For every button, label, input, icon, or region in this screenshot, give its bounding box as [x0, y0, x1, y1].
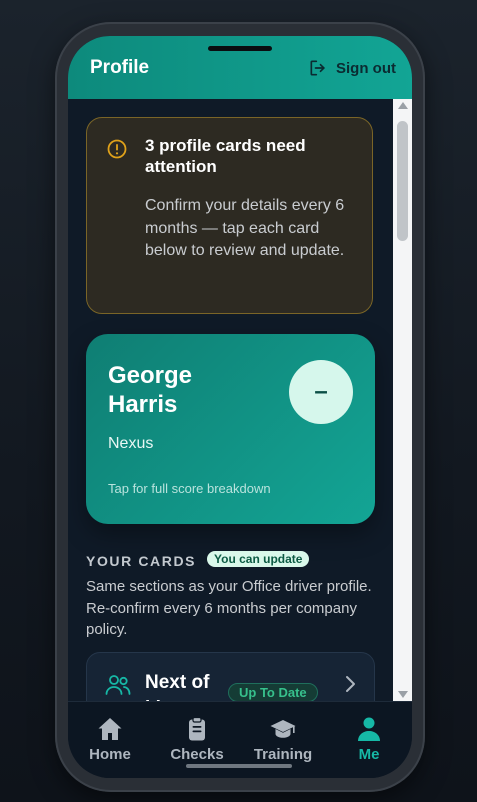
scrollbar-thumb[interactable] — [397, 121, 408, 241]
alert-body: Confirm your details every 6 months — ta… — [145, 197, 345, 259]
nav-label: Home — [89, 746, 131, 763]
company-name: Nexus — [108, 435, 154, 452]
chevron-right-icon — [346, 676, 355, 692]
profile-score-card[interactable]: George Harris – Nexus Tap for full score… — [86, 334, 375, 524]
card-label: Next of kin — [145, 672, 210, 701]
nav-home[interactable]: Home — [70, 716, 150, 763]
cards-section-title: YOUR CARDS — [86, 553, 197, 569]
score-badge: – — [289, 360, 353, 424]
app-screen: Profile Sign out 3 profile cards need at… — [68, 36, 412, 778]
page-title: Profile — [90, 57, 150, 78]
graduation-cap-icon — [270, 720, 296, 738]
nav-label: Checks — [170, 746, 224, 763]
nav-label: Me — [358, 746, 380, 763]
speaker-notch — [208, 46, 272, 51]
person-icon — [358, 717, 380, 741]
attention-alert: 3 profile cards need attention Confirm y… — [86, 117, 373, 314]
bottom-navigation: Home Checks Training Me — [68, 701, 412, 778]
people-icon — [105, 675, 131, 695]
warning-circle-icon — [107, 139, 127, 159]
nav-label: Training — [253, 746, 313, 763]
clipboard-icon — [189, 716, 205, 741]
card-next-of-kin[interactable]: Next of kin Up To Date — [86, 652, 375, 701]
nav-checks[interactable]: Checks — [157, 716, 237, 763]
scroll-up-arrow[interactable] — [398, 102, 408, 109]
score-breakdown-hint: Tap for full score breakdown — [108, 481, 271, 496]
can-update-badge: You can update — [207, 551, 310, 567]
sign-out-icon — [310, 60, 325, 76]
nav-me[interactable]: Me — [329, 716, 409, 763]
nav-training[interactable]: Training — [243, 716, 323, 763]
sign-out-button[interactable]: Sign out — [308, 58, 396, 78]
driver-name: George Harris — [108, 362, 193, 418]
scroll-down-arrow[interactable] — [398, 691, 408, 698]
home-icon — [98, 718, 122, 740]
status-badge: Up To Date — [228, 683, 318, 701]
home-indicator — [186, 764, 292, 768]
scroll-content[interactable]: 3 profile cards need attention Confirm y… — [68, 99, 393, 701]
alert-heading: 3 profile cards need attention — [145, 136, 306, 176]
sign-out-label: Sign out — [336, 59, 396, 77]
scrollbar[interactable] — [393, 99, 412, 701]
cards-section-description: Same sections as your Office driver prof… — [86, 578, 372, 638]
